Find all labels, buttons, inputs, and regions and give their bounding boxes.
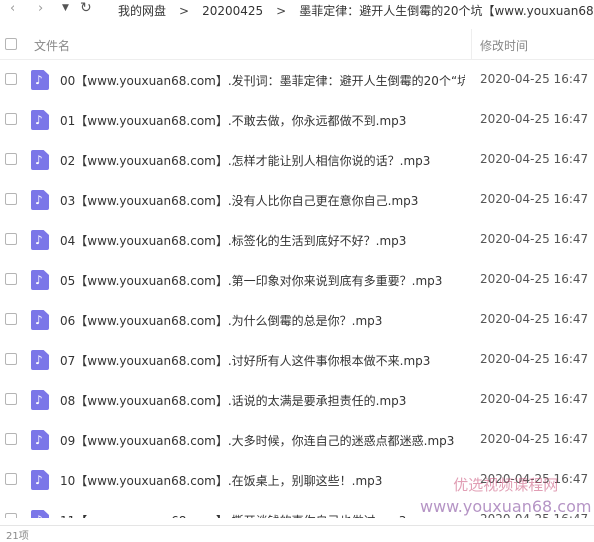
audio-file-icon: ♪ [31, 470, 49, 490]
row-checkbox[interactable] [5, 73, 17, 85]
breadcrumb-item-current[interactable]: 墨菲定律：避开人生倒霉的20个坑【www.youxuan68.com】 [299, 2, 594, 19]
breadcrumb-item-root[interactable]: 我的网盘 [118, 2, 166, 19]
row-checkbox[interactable] [5, 353, 17, 365]
file-row[interactable]: ♪ 09【www.youxuan68.com】.大多时候，你连自己的迷惑点都迷惑.… [0, 420, 594, 460]
audio-file-icon: ♪ [31, 150, 49, 170]
file-row[interactable]: ♪ 00【www.youxuan68.com】.发刊词：墨菲定律：避开人生倒霉的2… [0, 60, 594, 100]
file-row[interactable]: ♪ 05【www.youxuan68.com】.第一印象对你来说到底有多重要？.m… [0, 260, 594, 300]
item-count: 21项 [6, 531, 29, 542]
audio-file-icon: ♪ [31, 390, 49, 410]
file-row[interactable]: ♪ 03【www.youxuan68.com】.没有人比你自己更在意你自己.mp3… [0, 180, 594, 220]
footer-divider [0, 525, 594, 526]
row-checkbox[interactable] [5, 233, 17, 245]
watermark: 优选视频课程网 www.youxuan68.com [420, 474, 591, 518]
breadcrumb-separator: > [179, 3, 190, 18]
select-all-checkbox[interactable] [5, 38, 17, 50]
file-modified-time: 2020-04-25 16:47 [480, 312, 589, 326]
file-modified-time: 2020-04-25 16:47 [480, 272, 589, 286]
audio-file-icon: ♪ [31, 310, 49, 330]
file-row[interactable]: ♪ 06【www.youxuan68.com】.为什么倒霉的总是你？.mp3 202… [0, 300, 594, 340]
file-name[interactable]: 09【www.youxuan68.com】.大多时候，你连自己的迷惑点都迷惑.m… [60, 432, 465, 449]
watermark-line-2: www.youxuan68.com [420, 497, 592, 516]
audio-file-icon: ♪ [31, 70, 49, 90]
audio-file-icon: ♪ [31, 430, 49, 450]
file-name[interactable]: 02【www.youxuan68.com】.怎样才能让别人相信你说的话？.mp3 [60, 152, 465, 169]
breadcrumb-item-folder[interactable]: 20200425 [202, 4, 263, 18]
file-modified-time: 2020-04-25 16:47 [480, 112, 589, 126]
row-checkbox[interactable] [5, 473, 17, 485]
refresh-icon[interactable]: ↻ [80, 0, 92, 16]
file-name[interactable]: 06【www.youxuan68.com】.为什么倒霉的总是你？.mp3 [60, 312, 465, 329]
file-row[interactable]: ♪ 04【www.youxuan68.com】.标签化的生活到底好不好？.mp3 2… [0, 220, 594, 260]
row-checkbox[interactable] [5, 193, 17, 205]
file-list-header: 文件名 修改时间 [0, 29, 594, 60]
file-modified-time: 2020-04-25 16:47 [480, 192, 589, 206]
breadcrumb-separator: > [276, 3, 287, 18]
audio-file-icon: ♪ [31, 110, 49, 130]
chevron-left-icon[interactable]: ‹ [10, 1, 15, 16]
file-name[interactable]: 04【www.youxuan68.com】.标签化的生活到底好不好？.mp3 [60, 232, 465, 249]
row-checkbox[interactable] [5, 433, 17, 445]
audio-file-icon: ♪ [31, 350, 49, 370]
file-name[interactable]: 11【www.youxuan68.com】.撕开谈钱的事你自己也做过.mp3 [60, 512, 465, 518]
audio-file-icon: ♪ [31, 230, 49, 250]
file-row[interactable]: ♪ 02【www.youxuan68.com】.怎样才能让别人相信你说的话？.mp… [0, 140, 594, 180]
file-name[interactable]: 03【www.youxuan68.com】.没有人比你自己更在意你自己.mp3 [60, 192, 465, 209]
status-bar: 21项 [0, 528, 594, 542]
row-checkbox[interactable] [5, 153, 17, 165]
file-name[interactable]: 08【www.youxuan68.com】.话说的太满是要承担责任的.mp3 [60, 392, 465, 409]
column-header-time[interactable]: 修改时间 [480, 37, 528, 54]
column-header-name[interactable]: 文件名 [34, 37, 70, 54]
file-name[interactable]: 10【www.youxuan68.com】.在饭桌上，别聊这些！.mp3 [60, 472, 465, 489]
file-row[interactable]: ♪ 07【www.youxuan68.com】.讨好所有人这件事你根本做不来.mp… [0, 340, 594, 380]
file-modified-time: 2020-04-25 16:47 [480, 392, 589, 406]
file-modified-time: 2020-04-25 16:47 [480, 232, 589, 246]
caret-down-icon[interactable]: ▼ [62, 3, 69, 13]
file-name[interactable]: 05【www.youxuan68.com】.第一印象对你来说到底有多重要？.mp… [60, 272, 465, 289]
file-modified-time: 2020-04-25 16:47 [480, 152, 589, 166]
file-name[interactable]: 00【www.youxuan68.com】.发刊词：墨菲定律：避开人生倒霉的20… [60, 72, 465, 89]
row-checkbox[interactable] [5, 273, 17, 285]
row-checkbox[interactable] [5, 313, 17, 325]
audio-file-icon: ♪ [31, 270, 49, 290]
file-row[interactable]: ♪ 08【www.youxuan68.com】.话说的太满是要承担责任的.mp3 2… [0, 380, 594, 420]
row-checkbox[interactable] [5, 113, 17, 125]
file-name[interactable]: 01【www.youxuan68.com】.不敢去做，你永远都做不到.mp3 [60, 112, 465, 129]
row-checkbox[interactable] [5, 393, 17, 405]
file-row[interactable]: ♪ 01【www.youxuan68.com】.不敢去做，你永远都做不到.mp3 2… [0, 100, 594, 140]
file-modified-time: 2020-04-25 16:47 [480, 352, 589, 366]
toolbar: ‹ › ▼ ↻ 我的网盘 > 20200425 > 墨菲定律：避开人生倒霉的20… [0, 0, 594, 20]
row-checkbox[interactable] [5, 513, 17, 518]
column-divider[interactable] [471, 29, 472, 59]
watermark-line-1: 优选视频课程网 [453, 476, 559, 494]
file-modified-time: 2020-04-25 16:47 [480, 72, 589, 86]
file-name[interactable]: 07【www.youxuan68.com】.讨好所有人这件事你根本做不来.mp3 [60, 352, 465, 369]
audio-file-icon: ♪ [31, 510, 49, 518]
breadcrumb: 我的网盘 > 20200425 > 墨菲定律：避开人生倒霉的20个坑【www.y… [118, 2, 594, 19]
chevron-right-icon[interactable]: › [38, 1, 43, 16]
audio-file-icon: ♪ [31, 190, 49, 210]
file-modified-time: 2020-04-25 16:47 [480, 432, 589, 446]
